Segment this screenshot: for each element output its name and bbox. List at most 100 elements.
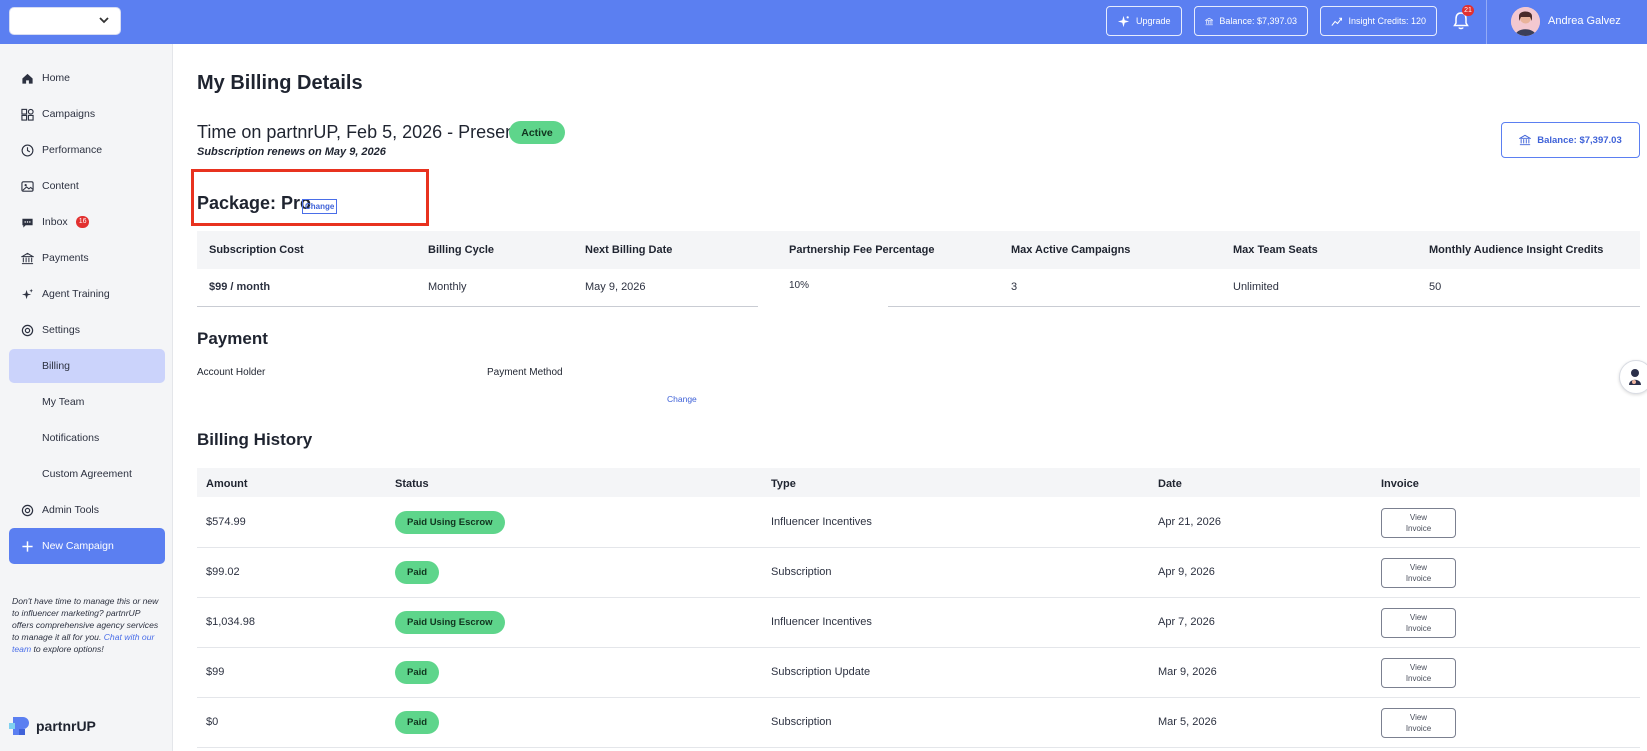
sidebar-item-performance[interactable]: Performance xyxy=(9,133,165,167)
status-badge: Paid Using Escrow xyxy=(395,511,505,534)
table-row-date: Apr 7, 2026 xyxy=(1158,616,1215,628)
promo-suffix: to explore options! xyxy=(33,644,104,654)
sidebar-item-label: Admin Tools xyxy=(42,504,100,516)
topbar-balance-button[interactable]: Balance: $7,397.03 xyxy=(1194,6,1308,36)
inbox-badge: 16 xyxy=(75,216,90,228)
upgrade-button[interactable]: Upgrade xyxy=(1106,6,1182,36)
sidebar-item-billing[interactable]: Billing xyxy=(9,349,165,383)
row-divider xyxy=(197,647,1640,648)
view-invoice-button[interactable]: View Invoice xyxy=(1381,708,1456,738)
user-name[interactable]: Andrea Galvez xyxy=(1548,15,1621,27)
column-header: Date xyxy=(1158,478,1182,490)
avatar[interactable] xyxy=(1511,7,1540,36)
table-row-type: Influencer Incentives xyxy=(771,516,872,528)
next-billing-date: May 9, 2026 xyxy=(585,281,646,293)
sidebar-item-settings[interactable]: Settings xyxy=(9,313,165,347)
view-invoice-label: View xyxy=(1409,613,1428,622)
sidebar-item-notifications[interactable]: Notifications xyxy=(9,421,165,455)
sidebar-item-label: Notifications xyxy=(42,432,100,444)
performance-icon xyxy=(21,144,34,156)
view-invoice-label: Invoice xyxy=(1405,624,1432,633)
gear-icon xyxy=(21,324,34,336)
status-badge: Paid xyxy=(395,711,440,734)
sidebar-item-custom-agreement[interactable]: Custom Agreement xyxy=(9,457,165,491)
support-agent-icon xyxy=(1629,369,1641,385)
table-row-type: Subscription xyxy=(771,716,832,728)
column-header: Billing Cycle xyxy=(428,244,495,256)
balance-button-label: Balance: $7,397.03 xyxy=(1537,134,1622,146)
status-badge: Paid Using Escrow xyxy=(395,611,505,634)
table-row-amount: $99.02 xyxy=(206,566,240,578)
view-invoice-label: View xyxy=(1409,663,1428,672)
sidebar-item-payments[interactable]: Payments xyxy=(9,241,165,275)
table-row-amount: $574.99 xyxy=(206,516,246,528)
monthly-insight-credits: 50 xyxy=(1429,281,1442,293)
upgrade-label: Upgrade xyxy=(1136,16,1171,26)
agency-promo: Don't have time to manage this or new to… xyxy=(12,595,162,655)
balance-button[interactable]: Balance: $7,397.03 xyxy=(1501,122,1640,158)
trend-chart-icon xyxy=(1331,17,1343,26)
time-on-platform: Time on partnrUP, Feb 5, 2026 - Present xyxy=(197,122,521,142)
gear-icon xyxy=(21,504,34,516)
table-row-type: Influencer Incentives xyxy=(771,616,872,628)
sidebar-item-label: Agent Training xyxy=(42,288,110,300)
support-chat-button[interactable] xyxy=(1619,360,1647,394)
topbar-divider xyxy=(1486,0,1487,44)
campaigns-icon xyxy=(21,108,34,121)
column-header: Next Billing Date xyxy=(585,244,673,256)
partnrup-logo[interactable]: partnrUP xyxy=(9,714,96,738)
sidebar-item-label: Campaigns xyxy=(42,108,96,120)
new-campaign-button[interactable]: New Campaign xyxy=(9,528,165,564)
payment-title: Payment xyxy=(197,329,268,348)
view-invoice-button[interactable]: View Invoice xyxy=(1381,558,1456,588)
subscription-cost: $99 / month xyxy=(209,281,271,293)
max-team-seats: Unlimited xyxy=(1233,281,1279,293)
column-header: Status xyxy=(395,478,429,490)
inbox-icon xyxy=(22,218,33,228)
table-row-date: Apr 21, 2026 xyxy=(1158,516,1221,528)
sidebar-item-label: Custom Agreement xyxy=(42,468,132,480)
sidebar-item-label: Settings xyxy=(42,324,80,336)
column-header: Subscription Cost xyxy=(209,244,304,256)
view-invoice-label: Invoice xyxy=(1405,524,1432,533)
sidebar-item-label: My Team xyxy=(42,396,85,408)
billing-cycle: Monthly xyxy=(428,281,467,293)
sidebar-item-label: Performance xyxy=(42,144,103,156)
column-header: Monthly Audience Insight Credits xyxy=(1429,244,1604,256)
row-divider xyxy=(197,597,1640,598)
sidebar-item-content[interactable]: Content xyxy=(9,169,165,203)
subscription-renews: Subscription renews on May 9, 2026 xyxy=(197,146,386,158)
view-invoice-button[interactable]: View Invoice xyxy=(1381,658,1456,688)
user-avatar-image xyxy=(1511,7,1540,36)
view-invoice-button[interactable]: View Invoice xyxy=(1381,508,1456,538)
column-header: Partnership Fee Percentage xyxy=(789,244,935,256)
organization-select[interactable] xyxy=(9,7,121,35)
status-badge: Paid xyxy=(395,661,440,684)
row-divider xyxy=(888,306,1640,307)
view-invoice-label: Invoice xyxy=(1405,674,1432,683)
view-invoice-button[interactable]: View Invoice xyxy=(1381,608,1456,638)
page-title: My Billing Details xyxy=(197,72,363,94)
sidebar-item-admin-tools[interactable]: Admin Tools xyxy=(9,493,165,527)
table-row-type: Subscription xyxy=(771,566,832,578)
sidebar-item-my-team[interactable]: My Team xyxy=(9,385,165,419)
new-campaign-label: New Campaign xyxy=(42,540,114,552)
sidebar-item-home[interactable]: Home xyxy=(9,61,165,95)
payment-change-link[interactable]: Change xyxy=(667,394,697,404)
status-badge: Paid xyxy=(395,561,440,584)
status-badge: Active xyxy=(509,121,565,144)
row-divider xyxy=(197,547,1640,548)
column-header: Max Active Campaigns xyxy=(1011,244,1131,256)
sparkle-icon xyxy=(21,288,34,299)
view-invoice-label: Invoice xyxy=(1405,574,1432,583)
sidebar-item-agent-training[interactable]: Agent Training xyxy=(9,277,165,311)
package-change-button[interactable]: Change xyxy=(302,199,338,214)
sidebar-item-campaigns[interactable]: Campaigns xyxy=(9,97,165,131)
max-active-campaigns: 3 xyxy=(1011,281,1018,293)
sidebar-item-label: Billing xyxy=(42,360,71,372)
bank-icon xyxy=(1519,134,1532,146)
insight-credits-button[interactable]: Insight Credits: 120 xyxy=(1320,6,1437,36)
sidebar-item-inbox[interactable]: Inbox 16 xyxy=(9,205,165,239)
row-divider xyxy=(197,306,758,307)
notification-badge: 21 xyxy=(1462,5,1474,16)
